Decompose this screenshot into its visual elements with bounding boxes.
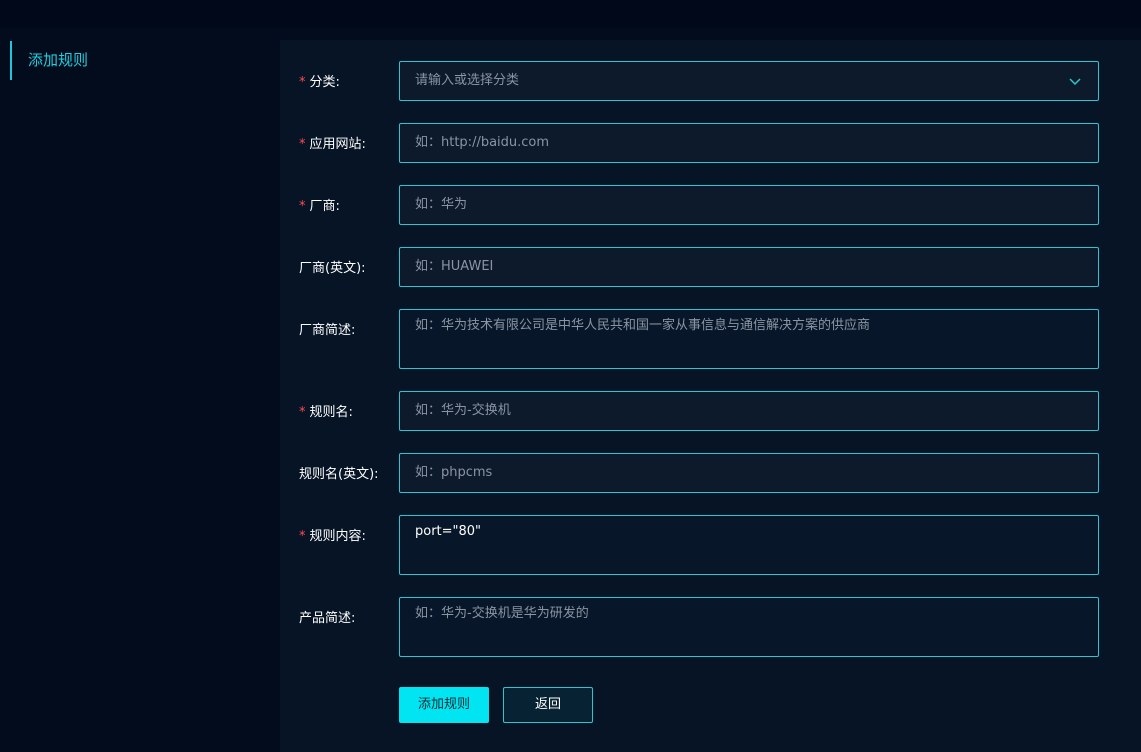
vendor-desc-textarea[interactable]: 如：华为技术有限公司是中华人民共和国一家从事信息与通信解决方案的供应商: [399, 309, 1099, 369]
rule-name-en-label: 规则名(英文):: [299, 467, 379, 482]
vendor-en-label: 厂商(英文):: [299, 261, 366, 276]
rule-content-label: * 规则内容:: [299, 529, 366, 544]
website-input[interactable]: 如：http://baidu.com: [399, 123, 1099, 163]
rule-name-input[interactable]: 如：华为-交换机: [399, 391, 1099, 431]
category-select[interactable]: 请输入或选择分类: [399, 61, 1099, 101]
required-mark: *: [299, 199, 306, 214]
category-placeholder: 请输入或选择分类: [415, 73, 520, 88]
vendor-desc-label: 厂商简述:: [299, 323, 356, 338]
product-desc-label: 产品简述:: [299, 611, 356, 626]
vendor-input[interactable]: 如：华为: [399, 185, 1099, 225]
chevron-down-icon: [1069, 78, 1081, 86]
vendor-en-placeholder: 如：HUAWEI: [415, 259, 494, 274]
website-label: * 应用网站:: [299, 137, 366, 152]
vendor-label: * 厂商:: [299, 199, 340, 214]
vendor-en-input[interactable]: 如：HUAWEI: [399, 247, 1099, 287]
product-desc-textarea[interactable]: 如：华为-交换机是华为研发的: [399, 597, 1099, 657]
rule-content-textarea[interactable]: port="80": [399, 515, 1099, 575]
rule-content-value: port="80": [415, 524, 482, 539]
rule-name-label: * 规则名:: [299, 405, 353, 420]
required-mark: *: [299, 137, 306, 152]
add-rule-button[interactable]: 添加规则: [399, 687, 489, 723]
vendor-desc-placeholder: 如：华为技术有限公司是中华人民共和国一家从事信息与通信解决方案的供应商: [415, 318, 871, 333]
vendor-placeholder: 如：华为: [415, 197, 468, 212]
sidebar-item-add-rule[interactable]: 添加规则: [10, 41, 210, 80]
top-bar: [0, 0, 1141, 28]
rule-name-placeholder: 如：华为-交换机: [415, 403, 511, 418]
category-label: * 分类:: [299, 75, 340, 90]
add-rule-form: * 分类: 请输入或选择分类 * 应用网站: 如：http://baidu.com …: [280, 40, 1141, 752]
product-desc-placeholder: 如：华为-交换机是华为研发的: [415, 606, 589, 621]
required-mark: *: [299, 529, 306, 544]
sidebar: 添加规则: [0, 28, 280, 752]
required-mark: *: [299, 75, 306, 90]
rule-name-en-placeholder: 如：phpcms: [415, 465, 493, 480]
website-placeholder: 如：http://baidu.com: [415, 135, 550, 150]
rule-name-en-input[interactable]: 如：phpcms: [399, 453, 1099, 493]
back-button[interactable]: 返回: [503, 687, 593, 723]
required-mark: *: [299, 405, 306, 420]
